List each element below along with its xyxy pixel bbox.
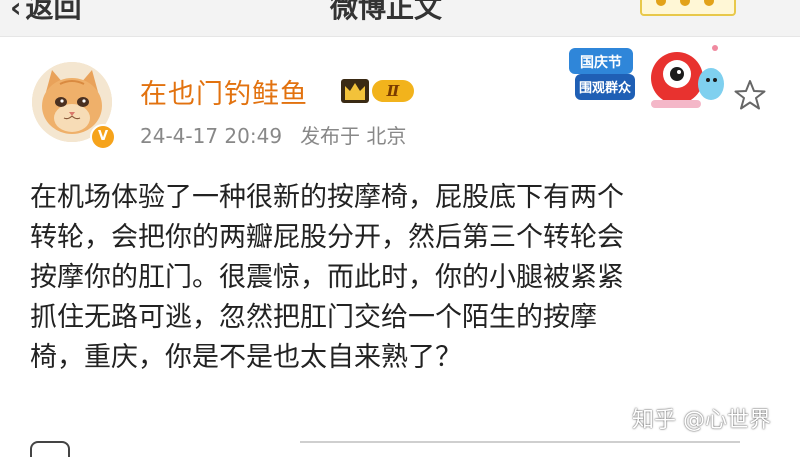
favorite-star-icon[interactable] bbox=[733, 78, 767, 112]
post-line: 按摩你的肛门。很震惊，而此时，你的小腿被紧紧 bbox=[30, 262, 624, 293]
post-meta: 24-4-17 20:49 发布于 北京 bbox=[140, 120, 406, 149]
back-label: 返回 bbox=[25, 0, 82, 24]
event-badge-icon: 国庆节 围观群众 bbox=[569, 45, 724, 108]
crown-icon bbox=[341, 79, 369, 103]
user-level-badge: Ⅱ bbox=[372, 80, 414, 102]
post-line: 转轮，会把你的两瓣屁股分开，然后第三个转轮会 bbox=[30, 222, 624, 253]
chevron-left-icon: ‹ bbox=[10, 0, 22, 24]
verified-badge: V bbox=[90, 124, 116, 150]
post-body: 在机场体验了一种很新的按摩椅，屁股底下有两个 转轮，会把你的两瓣屁股分开，然后第… bbox=[30, 178, 782, 378]
event-badge-line2: 围观群众 bbox=[579, 80, 631, 96]
post-line: 椅，重庆，你是不是也太自来熟了？ bbox=[30, 342, 462, 373]
post-location: 发布于 北京 bbox=[300, 124, 407, 148]
bottom-action-icon[interactable] bbox=[30, 441, 70, 457]
back-button[interactable]: ‹ 返回 bbox=[10, 0, 82, 24]
page-title: 微博正文 bbox=[330, 0, 443, 24]
top-bar: ‹ 返回 微博正文 bbox=[0, 0, 800, 37]
post-time: 24-4-17 20:49 bbox=[140, 124, 283, 148]
bottom-divider bbox=[300, 441, 740, 457]
event-badge-line1: 国庆节 bbox=[580, 54, 622, 71]
post-line: 抓住无路可逃，忽然把肛门交给一个陌生的按摩 bbox=[30, 302, 597, 333]
more-options-icon[interactable] bbox=[640, 0, 736, 16]
post-line: 在机场体验了一种很新的按摩椅，屁股底下有两个 bbox=[30, 182, 624, 213]
watermark: 知乎 @心世界 bbox=[632, 408, 771, 433]
author-name[interactable]: 在也门钓鲑鱼 bbox=[140, 72, 308, 111]
